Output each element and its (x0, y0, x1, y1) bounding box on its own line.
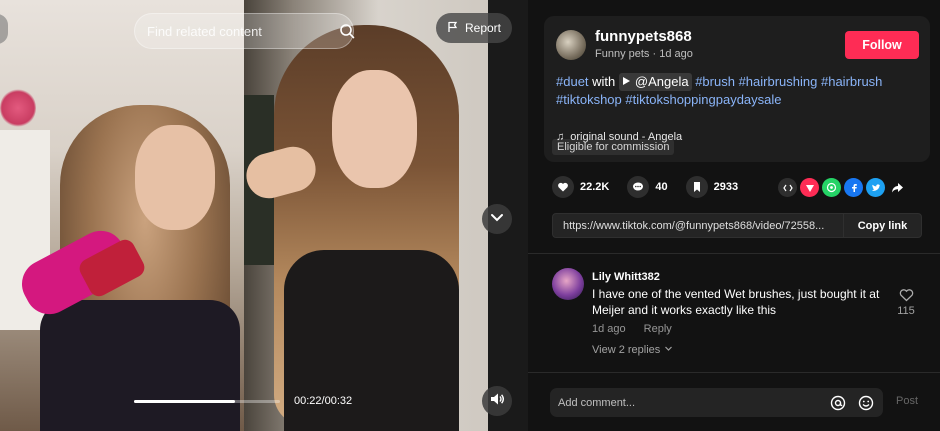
video-time: 00:22/00:32 (294, 395, 353, 407)
hashtag-link[interactable]: #brush (695, 74, 735, 89)
comment-icon (627, 176, 650, 198)
like-count: 22.2K (580, 181, 610, 193)
volume-icon (489, 391, 505, 412)
hashtag-link[interactable]: #hairbrush (821, 74, 882, 89)
bookmark-icon (685, 176, 708, 198)
post-button[interactable]: Post (896, 395, 918, 407)
comment-composer: Post (528, 372, 940, 431)
mention-icon[interactable] (827, 392, 849, 414)
commission-badge: Eligible for commission (552, 137, 675, 155)
save-count: 2933 (713, 181, 739, 193)
username[interactable]: funnypets868 (595, 28, 692, 45)
commenter-avatar[interactable] (552, 268, 584, 300)
comment-text: I have one of the vented Wet brushes, ju… (592, 287, 880, 317)
divider (528, 253, 940, 254)
flag-icon (447, 21, 459, 36)
search-input[interactable] (147, 23, 323, 39)
description-text: with (588, 74, 619, 89)
reply-button[interactable]: Reply (644, 323, 672, 335)
facebook-icon[interactable] (844, 178, 863, 197)
mention-link[interactable]: @Angela (618, 73, 692, 91)
details-panel: funnypets868 Funny pets · 1d ago Follow … (528, 0, 940, 431)
comment-meta: 1d ago Reply (592, 323, 672, 335)
comment-like-count: 115 (897, 305, 915, 317)
heart-outline-icon (899, 289, 914, 305)
report-button[interactable]: Report (436, 13, 512, 43)
comment-count: 40 (655, 181, 668, 193)
send-icon[interactable] (800, 178, 819, 197)
whatsapp-icon[interactable] (822, 178, 841, 197)
view-replies-button[interactable]: View 2 replies (592, 344, 673, 356)
twitter-icon[interactable] (866, 178, 885, 197)
video-player[interactable]: Report 00:22/00:32 (0, 0, 528, 431)
search-icon[interactable] (339, 16, 355, 46)
like-button[interactable]: 22.2K (552, 176, 609, 198)
post-description: #duet with @Angela #brush #hairbrushing … (556, 73, 921, 109)
volume-button[interactable] (482, 386, 512, 416)
search-bar[interactable] (134, 13, 355, 49)
post-subtitle: Funny pets · 1d ago (595, 48, 693, 60)
save-button[interactable]: 2933 (685, 176, 739, 198)
view-replies-label: View 2 replies (592, 344, 661, 356)
follow-button[interactable]: Follow (845, 31, 919, 59)
comment-input[interactable] (558, 396, 827, 409)
play-icon (622, 77, 630, 85)
hashtag-link[interactable]: #tiktokshop (556, 92, 622, 107)
comment-like-button[interactable]: 115 (893, 288, 919, 317)
app-root: Report 00:22/00:32 funnypets868 Funny pe… (0, 0, 940, 431)
report-label: Report (464, 21, 502, 35)
video-pane-left (0, 0, 244, 431)
share-link-box: https://www.tiktok.com/@funnypets868/vid… (552, 213, 922, 238)
next-video-button[interactable] (482, 204, 512, 234)
chevron-down-icon (489, 209, 505, 230)
comment-input-box (550, 388, 883, 417)
hashtag-link[interactable]: #duet (556, 74, 589, 89)
copy-link-button[interactable]: Copy link (843, 214, 921, 237)
avatar[interactable] (556, 30, 586, 60)
video-progress-bar[interactable] (134, 400, 280, 403)
engagement-bar: 22.2K 40 2933 (552, 176, 746, 198)
share-arrow-icon[interactable] (888, 178, 907, 197)
share-buttons (778, 178, 907, 197)
commenter-name[interactable]: Lily Whitt382 (592, 271, 660, 283)
emoji-icon[interactable] (855, 392, 877, 414)
video-pane-right (241, 0, 488, 431)
embed-icon[interactable] (778, 178, 797, 197)
comment-time: 1d ago (592, 323, 626, 335)
hashtag-link[interactable]: #tiktokshoppingpaydaysale (625, 92, 781, 107)
hashtag-link[interactable]: #hairbrushing (739, 74, 818, 89)
comment-button[interactable]: 40 (627, 176, 668, 198)
share-link-url[interactable]: https://www.tiktok.com/@funnypets868/vid… (553, 220, 843, 232)
heart-icon (552, 176, 574, 198)
video-progress-fill (134, 400, 235, 403)
chevron-down-icon (664, 344, 673, 356)
